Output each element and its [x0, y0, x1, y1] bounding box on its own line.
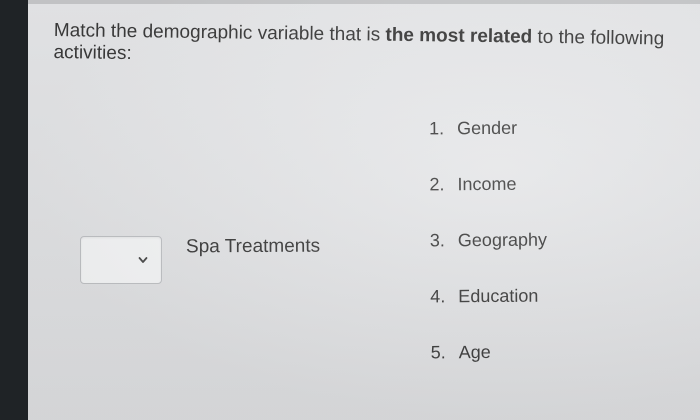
answer-item-income: 2. Income — [429, 174, 546, 231]
chevron-down-icon — [138, 257, 148, 263]
answer-item-age: 5. Age — [431, 342, 548, 399]
activity-label: Spa Treatments — [185, 235, 321, 258]
answer-number: 5. — [430, 342, 446, 363]
top-border — [28, 0, 700, 4]
answer-number: 1. — [429, 118, 445, 139]
answer-item-education: 4. Education — [430, 286, 547, 343]
answer-label: Age — [458, 341, 491, 363]
answer-list: 1. Gender 2. Income 3. Geography 4. Educ… — [429, 118, 548, 399]
answer-dropdown[interactable] — [80, 236, 162, 284]
question-text: Match the demographic variable that is t… — [53, 20, 694, 73]
answer-number: 3. — [429, 230, 445, 251]
answer-number: 2. — [429, 174, 445, 195]
answer-label: Income — [457, 173, 517, 195]
question-emphasis: the most related — [385, 24, 533, 48]
answer-label: Education — [458, 285, 539, 307]
answer-label: Geography — [457, 229, 548, 251]
answer-label: Gender — [457, 117, 518, 139]
answer-item-gender: 1. Gender — [429, 118, 546, 175]
answer-number: 4. — [430, 286, 446, 307]
quiz-screen: Match the demographic variable that is t… — [28, 0, 700, 420]
answer-item-geography: 3. Geography — [430, 230, 547, 287]
